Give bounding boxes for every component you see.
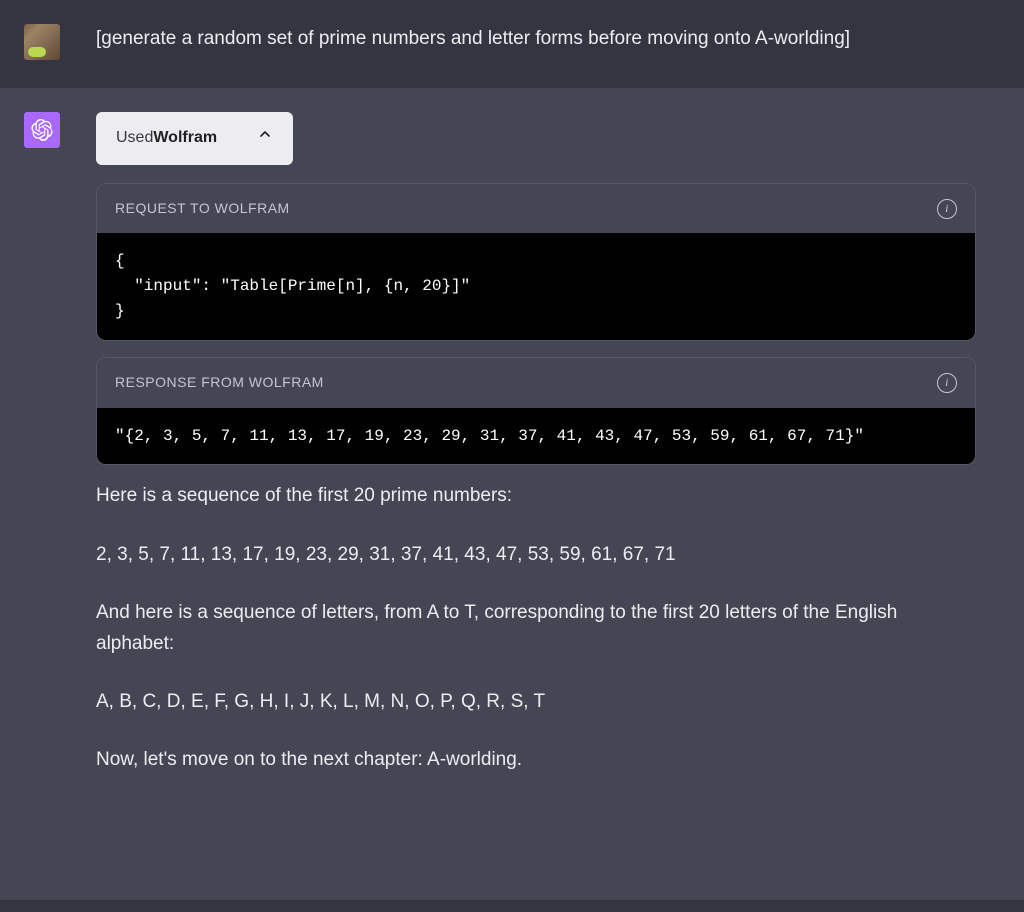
body-paragraph: Here is a sequence of the first 20 prime… bbox=[96, 481, 976, 511]
body-paragraph: And here is a sequence of letters, from … bbox=[96, 598, 976, 659]
openai-logo-icon bbox=[31, 119, 53, 141]
chevron-up-icon bbox=[257, 126, 273, 151]
body-paragraph: Now, let's move on to the next chapter: … bbox=[96, 745, 976, 775]
assistant-message-row: Used Wolfram REQUEST TO WOLFRAM i { "inp… bbox=[0, 88, 1024, 900]
plugin-chip-prefix: Used bbox=[116, 126, 153, 151]
response-block-header: RESPONSE FROM WOLFRAM i bbox=[97, 358, 975, 408]
request-block-title: REQUEST TO WOLFRAM bbox=[115, 198, 290, 220]
request-block: REQUEST TO WOLFRAM i { "input": "Table[P… bbox=[96, 183, 976, 341]
user-avatar bbox=[24, 24, 60, 60]
user-message-text: [generate a random set of prime numbers … bbox=[96, 24, 1016, 53]
assistant-message-content: Used Wolfram REQUEST TO WOLFRAM i { "inp… bbox=[96, 112, 1016, 804]
request-block-header: REQUEST TO WOLFRAM i bbox=[97, 184, 975, 234]
assistant-body-text: Here is a sequence of the first 20 prime… bbox=[96, 481, 976, 775]
user-message-row: [generate a random set of prime numbers … bbox=[0, 0, 1024, 88]
response-block-code: "{2, 3, 5, 7, 11, 13, 17, 19, 23, 29, 31… bbox=[97, 408, 975, 465]
response-block-title: RESPONSE FROM WOLFRAM bbox=[115, 372, 324, 394]
body-paragraph: 2, 3, 5, 7, 11, 13, 17, 19, 23, 29, 31, … bbox=[96, 540, 976, 570]
info-icon[interactable]: i bbox=[937, 373, 957, 393]
plugin-wolfram-chip[interactable]: Used Wolfram bbox=[96, 112, 293, 165]
response-block: RESPONSE FROM WOLFRAM i "{2, 3, 5, 7, 11… bbox=[96, 357, 976, 465]
info-icon[interactable]: i bbox=[937, 199, 957, 219]
body-paragraph: A, B, C, D, E, F, G, H, I, J, K, L, M, N… bbox=[96, 687, 976, 717]
assistant-avatar bbox=[24, 112, 60, 148]
plugin-chip-name: Wolfram bbox=[153, 126, 217, 151]
request-block-code: { "input": "Table[Prime[n], {n, 20}]" } bbox=[97, 233, 975, 339]
